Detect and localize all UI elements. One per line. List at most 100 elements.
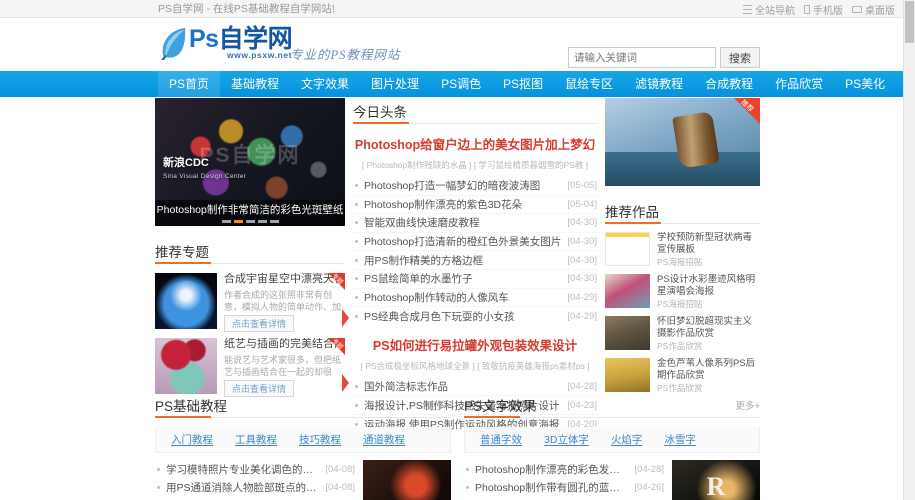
- text-effects-block: PS文字效果 更多+ 普通字效 3D立体字 火焰字 冰雪字 Photoshop制…: [464, 392, 760, 500]
- top-bar: PS自学网 - 在线PS基础教程自学网站! 全站导航 手机版 桌面版: [0, 0, 915, 18]
- main-content: PS自学网 新浪CDC Sina Visual Design Center Ph…: [155, 98, 760, 434]
- nav-item-basic[interactable]: 基础教程: [220, 71, 290, 97]
- ribbon-icon: [342, 374, 349, 392]
- banner-dot[interactable]: [246, 220, 255, 223]
- tab-text-3d[interactable]: 3D立体字: [533, 427, 600, 453]
- site-logo[interactable]: Ps自学网 www.psxw.net: [158, 26, 292, 60]
- nav-item-gallery[interactable]: 作品欣赏: [764, 71, 834, 97]
- headline-block-2[interactable]: PS如何进行易拉罐外观包装效果设计 [ PS合成极坐标风格地球全景 ] [ 致敬…: [353, 335, 597, 372]
- tab-text-normal[interactable]: 普通字效: [469, 427, 533, 453]
- bullet-icon: [355, 296, 358, 299]
- scrollbar-thumb[interactable]: [905, 1, 914, 43]
- top-link-desktop[interactable]: 桌面版: [852, 2, 895, 17]
- middle-column: 今日头条 Photoshop给窗户边上的美女图片加上梦幻 [ Photoshop…: [353, 98, 597, 434]
- topic-title: 合成宇宙星空中漂亮天使照: [224, 273, 345, 286]
- news-date: [04-28]: [567, 381, 597, 392]
- banner-dot[interactable]: [270, 220, 279, 223]
- site-tagline: PS自学网 - 在线PS基础教程自学网站!: [158, 0, 335, 18]
- logo-text-cn: 自学网: [219, 25, 293, 53]
- headline-subtitle: [ PS合成极坐标风格地球全景 ] [ 致敬抗疫英雄海报ps素材ps ]: [353, 360, 597, 372]
- basic-body: 学习模特照片专业美化调色的PS技巧 [04-08] 用PS通道消除人物脸部斑点的…: [155, 460, 451, 500]
- bullet-icon: [355, 184, 358, 187]
- nav-item-drawing[interactable]: 鼠绘专区: [554, 71, 624, 97]
- news-item[interactable]: 智能双曲线快速磨皮教程 [04-30]: [353, 214, 597, 233]
- site-header: Ps自学网 www.psxw.net 专业的PS教程网站 搜索: [0, 18, 915, 71]
- promo-banner[interactable]: 推荐: [605, 98, 760, 186]
- topics-title: 推荐专题: [155, 241, 209, 261]
- hero-banner[interactable]: PS自学网 新浪CDC Sina Visual Design Center Ph…: [155, 98, 345, 226]
- promo-flag-icon: 推荐: [734, 98, 760, 124]
- banner-dot[interactable]: [258, 220, 267, 223]
- work-item[interactable]: 怀旧梦幻脱超现实主义摄影作品欣赏 PS作品欣赏: [605, 316, 760, 350]
- nav-item-filter[interactable]: 滤镜教程: [624, 71, 694, 97]
- nav-item-text-fx[interactable]: 文字效果: [290, 71, 360, 97]
- topic-detail-button[interactable]: 点击查看详情: [224, 315, 294, 332]
- news-item[interactable]: PS经典合成月色下玩耍的小女孩 [04-29]: [353, 307, 597, 326]
- nav-item-beautify[interactable]: PS美化: [834, 71, 896, 97]
- basic-more-link[interactable]: 更多+: [426, 398, 451, 412]
- work-thumbnail: [605, 316, 650, 350]
- tab-text-fire[interactable]: 火焰字: [600, 427, 654, 453]
- list-item-date: [04-28]: [634, 464, 664, 475]
- vertical-scrollbar[interactable]: [903, 0, 915, 500]
- news-date: [05-04]: [567, 199, 597, 210]
- text-fx-list: Photoshop制作漂亮的彩色发光字动 [04-28] Photoshop制作…: [464, 460, 664, 500]
- text-fx-more-link[interactable]: 更多+: [735, 398, 760, 412]
- list-item-date: [04-08]: [325, 464, 355, 475]
- banner-tag-sub: Sina Visual Design Center: [163, 170, 246, 184]
- basic-list: 学习模特照片专业美化调色的PS技巧 [04-08] 用PS通道消除人物脸部斑点的…: [155, 460, 355, 500]
- search-button[interactable]: 搜索: [720, 47, 760, 68]
- tab-text-ice[interactable]: 冰雪字: [653, 427, 707, 453]
- list-item[interactable]: 褶皱效果,PS制作具有褶皱效果的文 [04-20]: [464, 496, 664, 500]
- tab-basic-channel[interactable]: 通道教程: [352, 427, 416, 453]
- topic-card[interactable]: 合成宇宙星空中漂亮天使照 作者合成的这张照非常有创意，模拟人物的简单动作、加入了…: [155, 273, 345, 329]
- work-item[interactable]: 金色芦苇人像系列PS后期作品欣赏 PS作品欣赏: [605, 358, 760, 392]
- banner-dot-active[interactable]: [234, 220, 243, 223]
- bottom-sections: PS基础教程 更多+ 入门教程 工具教程 技巧教程 通道教程 学习模特照片专业美…: [155, 392, 760, 500]
- news-item[interactable]: Photoshop制作漂亮的紫色3D花朵 [05-04]: [353, 196, 597, 215]
- text-fx-feature-thumbnail[interactable]: [672, 460, 760, 500]
- bullet-icon: [355, 385, 358, 388]
- nav-item-composite[interactable]: 合成教程: [694, 71, 764, 97]
- work-body: PS设计水彩墨迹风格明星演唱会海报 PS海报招贴: [657, 274, 760, 308]
- text-fx-tabs: 普通字效 3D立体字 火焰字 冰雪字: [464, 427, 760, 453]
- news-item[interactable]: 用PS制作精美的方格边框 [04-30]: [353, 251, 597, 270]
- bullet-icon: [466, 468, 469, 471]
- tab-basic-tools[interactable]: 工具教程: [224, 427, 288, 453]
- topic-card[interactable]: 纸艺与插画的完美结合,不 能说艺与艺术家很多，但把纸艺与插画结合在一起的却很少……: [155, 338, 345, 394]
- banner-dot[interactable]: [222, 220, 231, 223]
- list-item[interactable]: 学习模特照片专业美化调色的PS技巧 [04-08]: [155, 460, 355, 478]
- list-item[interactable]: Photoshop制作带有圆孔的蓝色水晶 [04-26]: [464, 478, 664, 496]
- today-news-list-1: Photoshop打造一幅梦幻的暗夜波涛图 [05-05] Photoshop制…: [353, 177, 597, 326]
- work-item[interactable]: PS设计水彩墨迹风格明星演唱会海报 PS海报招贴: [605, 274, 760, 308]
- headline-block-1[interactable]: Photoshop给窗户边上的美女图片加上梦幻 [ Photoshop制作残缺的…: [353, 134, 597, 171]
- list-item[interactable]: 用PS笔刷制作恐怖灵异照片特效 [04-02]: [155, 496, 355, 500]
- banner-dots[interactable]: [155, 220, 345, 223]
- work-item[interactable]: 学校预防新型冠状病毒宣传展板 PS海报招贴: [605, 232, 760, 266]
- work-category: PS海报招贴: [657, 256, 760, 268]
- nav-item-cutout[interactable]: PS抠图: [492, 71, 554, 97]
- search-input[interactable]: [568, 47, 716, 68]
- list-item[interactable]: 用PS通道消除人物脸部斑点的磨皮技 [04-08]: [155, 478, 355, 496]
- news-item[interactable]: PS鼠绘简单的水墨竹子 [04-30]: [353, 270, 597, 289]
- topic-flag-icon: 专题: [328, 338, 345, 355]
- news-item[interactable]: Photoshop制作转动的人像风车 [04-29]: [353, 289, 597, 308]
- list-item-title: Photoshop制作带有圆孔的蓝色水晶: [475, 480, 628, 495]
- nav-item-home[interactable]: PS首页: [158, 71, 220, 97]
- topic-flag-label: 专题: [331, 271, 346, 286]
- page-root: PS自学网 - 在线PS基础教程自学网站! 全站导航 手机版 桌面版: [0, 0, 915, 500]
- news-item[interactable]: Photoshop打造清新的橙红色外景美女图片 [04-30]: [353, 233, 597, 252]
- tab-basic-skills[interactable]: 技巧教程: [288, 427, 352, 453]
- list-item[interactable]: Photoshop制作漂亮的彩色发光字动 [04-28]: [464, 460, 664, 478]
- nav-item-color[interactable]: PS调色: [430, 71, 492, 97]
- top-link-mobile[interactable]: 手机版: [804, 2, 843, 17]
- news-item[interactable]: Photoshop打造一幅梦幻的暗夜波涛图 [05-05]: [353, 177, 597, 196]
- headline-title: PS如何进行易拉罐外观包装效果设计: [353, 335, 597, 354]
- topic-desc: 能说艺与艺术家很多，但把纸艺与插画结合在一起的却很少…: [224, 354, 345, 378]
- nav-item-photo[interactable]: 图片处理: [360, 71, 430, 97]
- top-link-site-nav[interactable]: 全站导航: [743, 2, 795, 17]
- work-title: 怀旧梦幻脱超现实主义摄影作品欣赏: [657, 316, 760, 339]
- tab-basic-intro[interactable]: 入门教程: [160, 427, 224, 453]
- basic-feature-thumbnail[interactable]: [363, 460, 451, 500]
- news-title: PS经典合成月色下玩耍的小女孩: [364, 309, 561, 324]
